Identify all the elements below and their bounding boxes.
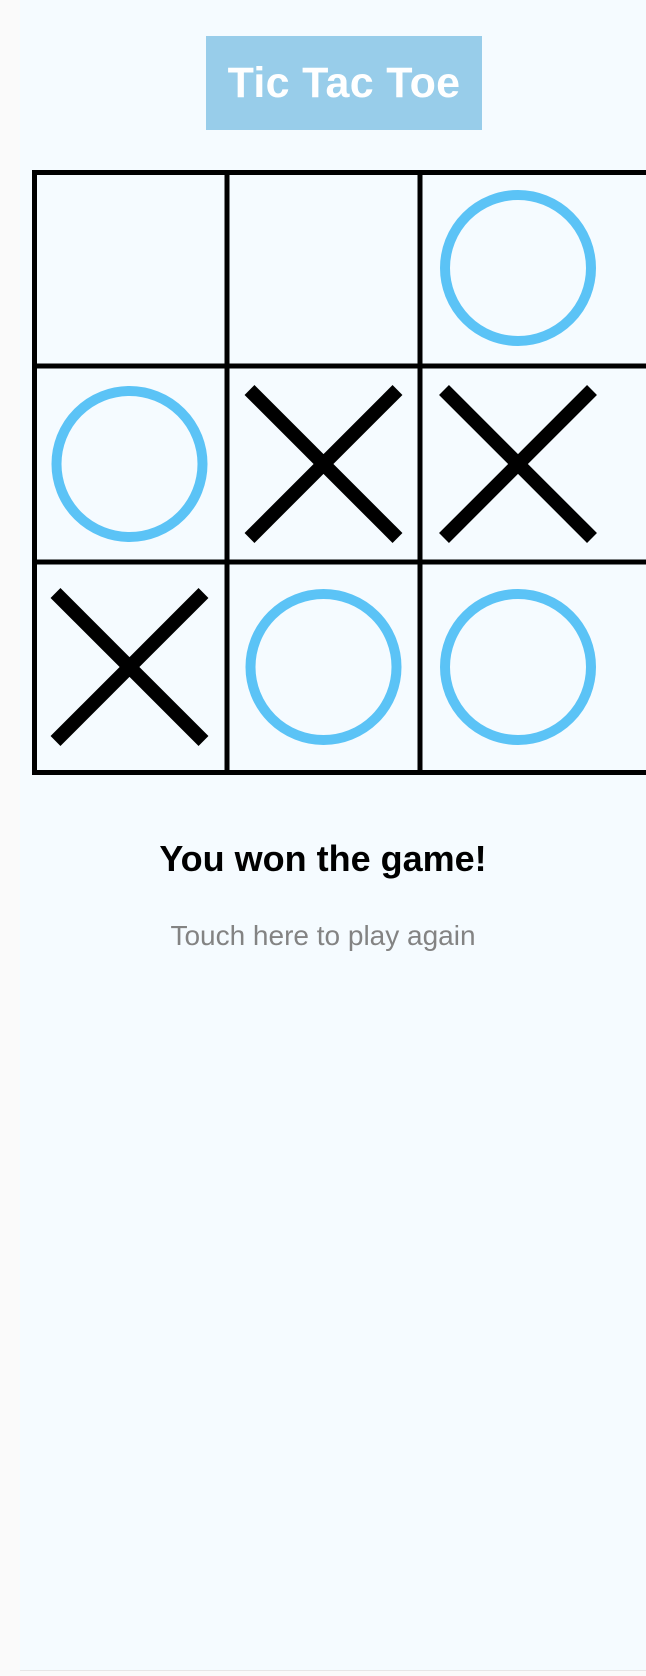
app-container: Tic Tac Toe [20,0,646,1671]
game-board [32,170,646,794]
board-cell-4[interactable] [32,366,227,562]
board-cell-2[interactable] [227,170,420,366]
board-cell-6[interactable] [420,366,616,562]
page-title: Tic Tac Toe [206,36,482,130]
board-cell-8[interactable] [227,562,420,772]
play-again-link[interactable]: Touch here to play again [0,920,646,952]
board-cell-3[interactable] [420,170,616,366]
game-status: You won the game! [159,838,487,879]
board-cell-7[interactable] [32,562,227,772]
board-cell-1[interactable] [32,170,227,366]
board-cell-5[interactable] [227,366,420,562]
board-cell-9[interactable] [420,562,616,772]
page-title-label: Tic Tac Toe [227,58,461,107]
